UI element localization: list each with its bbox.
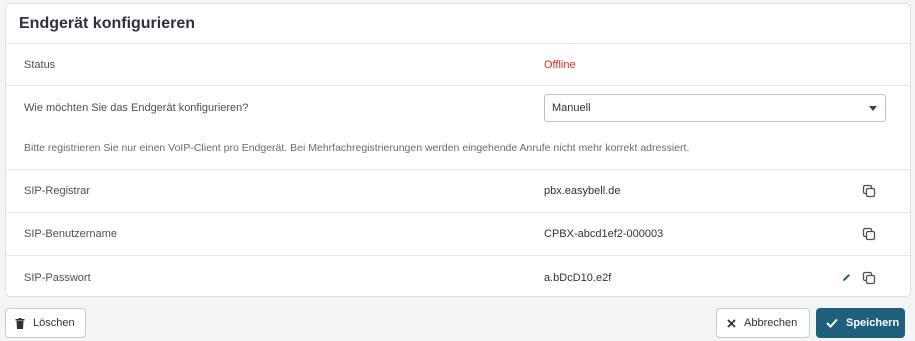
page-title: Endgerät konfigurieren (19, 14, 196, 32)
delete-button[interactable]: Löschen (5, 308, 86, 338)
save-button-label: Speichern (846, 317, 900, 329)
device-config-card: Endgerät konfigurieren Status Offline Wi… (5, 3, 911, 297)
copy-icon[interactable] (862, 271, 876, 285)
status-label: Status (24, 58, 56, 71)
save-button[interactable]: Speichern (816, 308, 905, 338)
sip-username-label: SIP-Benutzername (24, 228, 117, 240)
sip-username-value: CPBX-abcd1ef2-000003 (544, 228, 664, 240)
card-header: Endgerät konfigurieren (6, 4, 910, 44)
config-mode-row: Wie möchten Sie das Endgerät konfigurier… (6, 86, 910, 170)
status-row: Status Offline (6, 44, 910, 86)
sip-password-label: SIP-Passwort (24, 271, 91, 284)
config-mode-label: Wie möchten Sie das Endgerät konfigurier… (24, 102, 249, 114)
pencil-icon[interactable] (841, 272, 852, 283)
sip-registrar-value: pbx.easybell.de (544, 185, 621, 197)
chevron-down-icon (869, 106, 877, 111)
config-mode-selected: Manuell (552, 102, 591, 114)
copy-icon[interactable] (862, 227, 876, 241)
trash-icon (15, 317, 25, 329)
cancel-button-label: Abbrechen (744, 317, 798, 329)
copy-icon[interactable] (862, 184, 876, 198)
sip-password-value: a.bDcD10.e2f (544, 271, 612, 284)
sip-registrar-label: SIP-Registrar (24, 185, 91, 197)
cancel-button[interactable]: Abbrechen (716, 308, 810, 338)
sip-username-row: SIP-Benutzername CPBX-abcd1ef2-000003 (6, 213, 910, 256)
config-hint: Bitte registrieren Sie nur einen VoIP-Cl… (24, 142, 690, 154)
delete-button-label: Löschen (33, 317, 75, 329)
check-icon (826, 318, 838, 328)
status-value: Offline (544, 58, 576, 71)
sip-registrar-row: SIP-Registrar pbx.easybell.de (6, 170, 910, 213)
sip-password-row: SIP-Passwort a.bDcD10.e2f (6, 256, 910, 296)
close-icon (727, 318, 736, 328)
config-mode-select[interactable]: Manuell (544, 94, 886, 122)
